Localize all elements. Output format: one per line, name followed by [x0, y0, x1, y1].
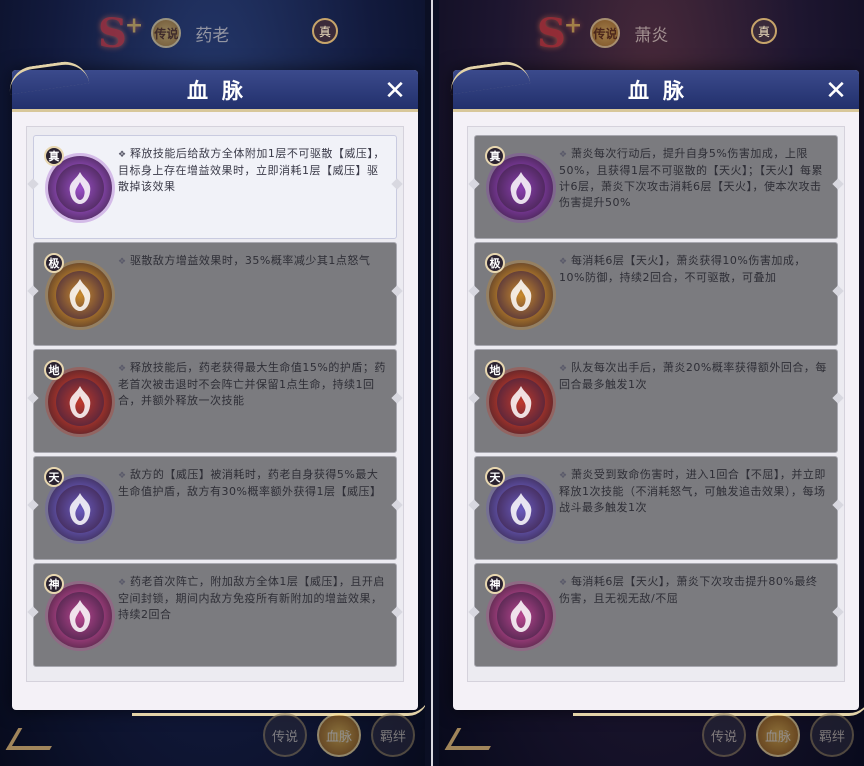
flame-icon: [69, 172, 91, 204]
tier-badge: 天: [485, 467, 505, 487]
bloodline-emblem-icon: [489, 584, 553, 648]
ability-list: 真 释放技能后给敌方全体附加1层不可驱散【威压】，目标身上存在增益效果时，立即消耗…: [26, 126, 404, 682]
ability-card[interactable]: 天 萧炎受到致命伤害时，进入1回合【不屈】，并立即释放1次技能（不消耗怒气，可触发…: [474, 456, 838, 560]
ability-card[interactable]: 极 每消耗6层【天火】，萧炎获得10%伤害加成，10%防御，持续2回合，不可驱散，…: [474, 242, 838, 346]
flame-icon: [510, 279, 532, 311]
screen: S+ 传说 药老 真 血脉 ✕ 真释放技能后给敌方全体附加1层不可驱散【威压】，…: [0, 0, 864, 766]
ability-description: 敌方的【威压】被消耗时，药老自身获得5%最大生命值护盾，敌方有30%概率额外获得…: [118, 467, 386, 500]
tier-badge: 地: [485, 360, 505, 380]
ability-description: 释放技能后，药老获得最大生命值15%的护盾；药老首次被击退时不会阵亡并保留1点生…: [118, 360, 386, 409]
bloodline-emblem-icon: [48, 477, 112, 541]
bloodline-emblem-icon: [489, 156, 553, 220]
dialog-title: 血脉: [628, 77, 698, 103]
left-panel: S+ 传说 药老 真 血脉 ✕ 真释放技能后给敌方全体附加1层不可驱散【威压】，…: [0, 0, 426, 766]
true-grade-badge: 真: [312, 18, 338, 44]
grade-label: S+: [537, 9, 582, 57]
ability-card[interactable]: 神 每消耗6层【天火】，萧炎下次攻击提升80%最终伤害，且无视无敌/不屈: [474, 563, 838, 667]
tier-badge: 极: [485, 253, 505, 273]
tab-legend[interactable]: 传说: [702, 713, 747, 757]
bloodline-emblem-icon: [48, 584, 112, 648]
dialog-title: 血脉: [187, 77, 257, 103]
ability-list: 真 萧炎每次行动后，提升自身5%伤害加成，上限50%，且获得1层不可驱散的【天火】…: [467, 126, 845, 682]
ability-description: 萧炎每次行动后，提升自身5%伤害加成，上限50%，且获得1层不可驱散的【天火】；…: [559, 146, 827, 211]
flame-icon: [510, 172, 532, 204]
tab-bloodline[interactable]: 血脉: [756, 713, 801, 757]
hero-name: 萧炎: [634, 25, 669, 46]
flame-icon: [510, 600, 532, 632]
ability-card[interactable]: 真 萧炎每次行动后，提升自身5%伤害加成，上限50%，且获得1层不可驱散的【天火】…: [474, 135, 838, 239]
hero-header: S+ 传说 药老: [0, 0, 425, 66]
tab-bond[interactable]: 羁绊: [810, 713, 855, 757]
flame-icon: [510, 493, 532, 525]
bloodline-dialog: 血脉 ✕ 真 萧炎每次行动后，提升自身5%伤害加成，上限50%，且获得1层不可驱散…: [453, 70, 864, 716]
ability-card[interactable]: 地 队友每次出手后，萧炎20%概率获得额外回合，每回合最多触发1次: [474, 349, 838, 453]
tab-bloodline[interactable]: 血脉: [317, 713, 362, 757]
tier-badge: 地: [44, 360, 64, 380]
flame-icon: [510, 386, 532, 418]
flame-icon: [69, 279, 91, 311]
ability-description: 萧炎受到致命伤害时，进入1回合【不屈】，并立即释放1次技能（不消耗怒气，可触发追…: [559, 467, 827, 516]
tier-badge: 真: [44, 146, 64, 166]
ability-description: 队友每次出手后，萧炎20%概率获得额外回合，每回合最多触发1次: [559, 360, 827, 393]
tab-legend[interactable]: 传说: [263, 713, 308, 757]
tier-badge: 神: [44, 574, 64, 594]
bloodline-emblem-icon: [489, 477, 553, 541]
bloodline-emblem-icon: [48, 156, 112, 220]
bloodline-emblem-icon: [48, 263, 112, 327]
ability-card[interactable]: 神 药老首次阵亡，附加敌方全体1层【威压】，且开启空间封锁，期间内敌方免疫所有新附…: [33, 563, 397, 667]
legend-badge: 传说: [151, 18, 182, 48]
right-panel: S+ 传说 萧炎 真 血脉 ✕ 真萧炎每次行动后，提升自身5%伤害加成，上限50…: [439, 0, 864, 766]
bloodline-emblem-icon: [48, 370, 112, 434]
flame-icon: [69, 600, 91, 632]
ability-card[interactable]: 天 敌方的【威压】被消耗时，药老自身获得5%最大生命值护盾，敌方有30%概率额外获…: [33, 456, 397, 560]
ability-card[interactable]: 地 释放技能后，药老获得最大生命值15%的护盾；药老首次被击退时不会阵亡并保留1点…: [33, 349, 397, 453]
ability-card[interactable]: 极 驱散敌方增益效果时，35%概率减少其1点怒气: [33, 242, 397, 346]
flame-icon: [69, 493, 91, 525]
ability-description: 驱散敌方增益效果时，35%概率减少其1点怒气: [118, 253, 386, 270]
bloodline-emblem-icon: [489, 370, 553, 434]
close-icon[interactable]: ✕: [823, 78, 849, 104]
true-grade-badge: 真: [751, 18, 777, 44]
bloodline-emblem-icon: [489, 263, 553, 327]
ability-description: 药老首次阵亡，附加敌方全体1层【威压】，且开启空间封锁，期间内敌方免疫所有新附加…: [118, 574, 386, 623]
tier-badge: 天: [44, 467, 64, 487]
tier-badge: 神: [485, 574, 505, 594]
flame-icon: [69, 386, 91, 418]
close-icon[interactable]: ✕: [382, 78, 408, 104]
bottom-nav: 传说 血脉 羁绊: [0, 704, 425, 766]
ability-description: 每消耗6层【天火】，萧炎获得10%伤害加成，10%防御，持续2回合，不可驱散，可…: [559, 253, 827, 286]
panel-divider: [431, 0, 433, 766]
tier-badge: 真: [485, 146, 505, 166]
hero-header: S+ 传说 萧炎: [439, 0, 864, 66]
ability-description: 释放技能后给敌方全体附加1层不可驱散【威压】，目标身上存在增益效果时，立即消耗1…: [118, 146, 386, 195]
grade-label: S+: [98, 9, 143, 57]
legend-badge: 传说: [590, 18, 621, 48]
tier-badge: 极: [44, 253, 64, 273]
dialog-header: 血脉 ✕: [12, 70, 418, 112]
ability-card[interactable]: 真 释放技能后给敌方全体附加1层不可驱散【威压】，目标身上存在增益效果时，立即消耗…: [33, 135, 397, 239]
dialog-header: 血脉 ✕: [453, 70, 859, 112]
tab-bond[interactable]: 羁绊: [371, 713, 416, 757]
bloodline-dialog: 血脉 ✕ 真 释放技能后给敌方全体附加1层不可驱散【威压】，目标身上存在增益效果时…: [12, 70, 426, 716]
ability-description: 每消耗6层【天火】，萧炎下次攻击提升80%最终伤害，且无视无敌/不屈: [559, 574, 827, 607]
bottom-nav: 传说 血脉 羁绊: [439, 704, 864, 766]
hero-name: 药老: [195, 25, 230, 46]
